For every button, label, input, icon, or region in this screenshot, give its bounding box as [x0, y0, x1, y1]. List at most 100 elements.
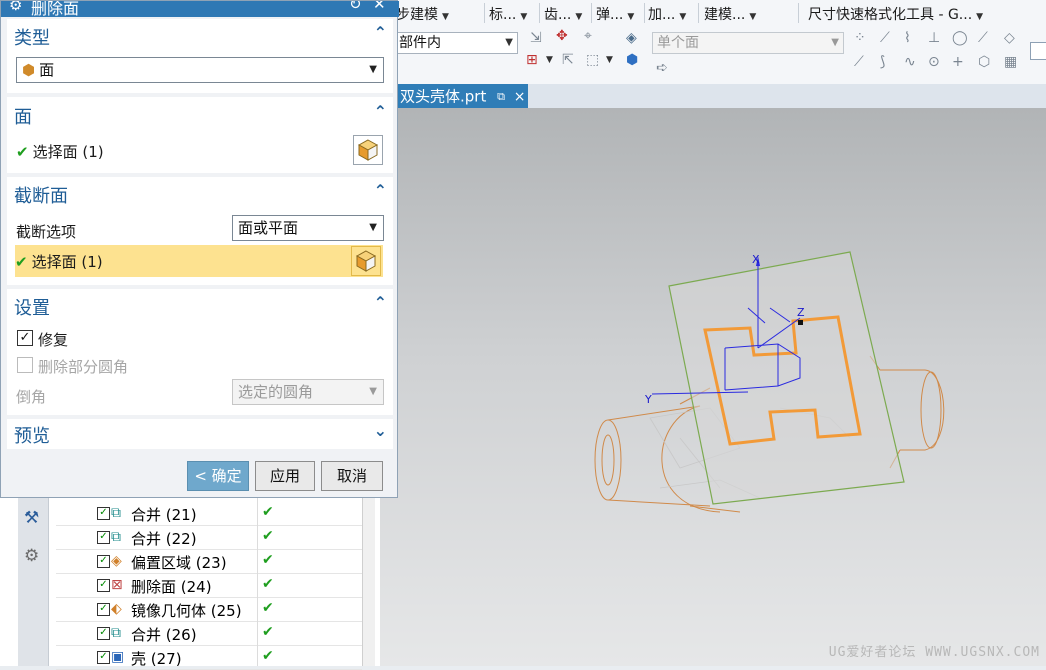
document-tab[interactable]: 双头壳体.prt ⧉ ×: [396, 84, 528, 108]
tree-row-checkbox[interactable]: ✓: [97, 651, 110, 664]
dialog-title: 删除面: [31, 1, 80, 17]
gear-icon[interactable]: ⚙: [9, 1, 22, 14]
tree-row-label: 合并 (26): [131, 626, 197, 644]
tree-row[interactable]: ✓ ⬖ 镜像几何体 (25) ✔: [56, 598, 362, 622]
tree-row-checkbox[interactable]: ✓: [97, 531, 110, 544]
ribbon-menu-5[interactable]: 建模... ▼: [704, 4, 756, 24]
snap-body-icon[interactable]: ⬡: [978, 54, 990, 70]
ribbon-expand-icon[interactable]: [1030, 42, 1046, 60]
chevron-down-icon: ▼: [679, 12, 687, 22]
ok-button[interactable]: < 确定 >: [187, 461, 249, 513]
ribbon-menu-label: 步建模: [396, 7, 438, 23]
snap-intersect-icon[interactable]: +: [952, 54, 964, 70]
tree-row-checkbox[interactable]: ✓: [97, 627, 110, 640]
chevron-down-icon[interactable]: ▼: [546, 52, 553, 68]
repair-checkbox[interactable]: ✓: [17, 330, 33, 346]
snap-line-icon[interactable]: ⟋: [880, 30, 890, 46]
snap-icon[interactable]: ⇲: [530, 30, 542, 46]
deselect-icon[interactable]: ⇱: [562, 52, 574, 68]
apply-button[interactable]: 应用: [255, 461, 315, 491]
delete-face-icon: ⊠: [111, 577, 123, 593]
snap-tangent-icon[interactable]: ⟋: [978, 30, 988, 46]
restore-icon[interactable]: ⧉: [497, 90, 505, 103]
tree-row[interactable]: ✓ ⧉ 合并 (21) ✔: [56, 502, 362, 526]
history-icon[interactable]: ⚙: [24, 546, 39, 566]
select-all-icon[interactable]: ⌖: [584, 28, 592, 44]
tree-row-checkbox[interactable]: ✓: [97, 555, 110, 568]
snap-cross-icon[interactable]: ⊥: [928, 30, 940, 46]
snap-point-icon[interactable]: ⁘: [854, 30, 866, 46]
collapse-arrow-icon[interactable]: ⌃: [374, 23, 387, 42]
remove-partial-blend-checkbox[interactable]: [17, 357, 33, 373]
cut-option-dropdown[interactable]: 面或平面 ▼: [232, 215, 384, 241]
expand-arrow-icon[interactable]: ⌄: [374, 421, 387, 440]
tree-row[interactable]: ✓ ⊠ 删除面 (24) ✔: [56, 574, 362, 598]
cancel-button[interactable]: 取消: [321, 461, 383, 491]
type-dropdown[interactable]: ⬢ 面 ▼: [16, 57, 384, 83]
ribbon-menu-0[interactable]: 步建模 ▼: [396, 4, 449, 24]
snap-face-icon[interactable]: ◇: [1004, 30, 1015, 46]
chevron-down-icon: ▼: [369, 386, 377, 397]
tree-row-checkbox[interactable]: ✓: [97, 603, 110, 616]
status-check-icon: ✔: [262, 624, 274, 640]
arrow-right-icon[interactable]: ➪: [656, 60, 668, 76]
snap-end-icon[interactable]: ⟋: [854, 54, 864, 70]
rectangle-select-icon[interactable]: ⬚: [586, 52, 599, 68]
collapse-arrow-icon[interactable]: ⌃: [374, 181, 387, 200]
snap-spline-icon[interactable]: ∿: [904, 54, 916, 70]
ribbon-menu-label: 标...: [489, 7, 517, 23]
tree-row[interactable]: ✓ ▣ 壳 (27) ✔: [56, 646, 362, 670]
ribbon-menu-4[interactable]: 加... ▼: [648, 4, 686, 24]
section-face-title: 面: [14, 107, 32, 128]
section-preview[interactable]: 预览 ⌄: [7, 419, 393, 449]
status-check-icon: ✔: [262, 552, 274, 568]
tree-row[interactable]: ✓ ◈ 偏置区域 (23) ✔: [56, 550, 362, 574]
chevron-down-icon: ▼: [627, 12, 635, 22]
collapse-arrow-icon[interactable]: ⌃: [374, 102, 387, 121]
snap-center-icon[interactable]: ⊙: [928, 54, 940, 70]
dialog-title-bar: ⚙ 删除面 ↻ ✕: [1, 1, 399, 17]
navigator-scrollbar[interactable]: [362, 480, 375, 666]
cut-face-select-row[interactable]: ✔ 选择面 (1): [15, 245, 383, 277]
close-icon[interactable]: ×: [514, 89, 526, 105]
chevron-down-icon: ▼: [369, 64, 377, 75]
tree-row-checkbox[interactable]: ✓: [97, 579, 110, 592]
chamfer-dropdown[interactable]: 选定的圆角 ▼: [232, 379, 384, 405]
chevron-down-icon: ▼: [442, 12, 449, 22]
ribbon-separator: [698, 3, 699, 23]
cut-option-value: 面或平面: [238, 219, 299, 237]
snap-curve-icon[interactable]: ⌇: [904, 30, 911, 46]
select-arrow-icon[interactable]: ✥: [556, 28, 568, 44]
collapse-arrow-icon[interactable]: ⌃: [374, 293, 387, 312]
add-select-icon[interactable]: ⊞: [526, 52, 538, 68]
ribbon-menu-3[interactable]: 弹... ▼: [596, 4, 634, 24]
tree-row[interactable]: ✓ ⧉ 合并 (26) ✔: [56, 622, 362, 646]
cube-view-icon[interactable]: ⬢: [626, 52, 638, 68]
paint-icon[interactable]: ◈: [626, 30, 637, 46]
reset-icon[interactable]: ↻: [349, 1, 362, 13]
close-icon[interactable]: ✕: [373, 1, 386, 13]
section-type-title: 类型: [14, 28, 50, 49]
ribbon-menu-1[interactable]: 标... ▼: [489, 4, 527, 24]
ribbon-separator: [798, 3, 799, 23]
snap-circle-icon[interactable]: ◯: [952, 30, 968, 46]
select-scope-dropdown[interactable]: 单个面 ▼: [652, 32, 844, 54]
chevron-down-icon[interactable]: ▼: [606, 52, 613, 68]
snap-arc-icon[interactable]: ⟆: [880, 54, 885, 70]
ribbon-menu-label: 弹...: [596, 7, 624, 23]
offset-region-icon: ◈: [111, 553, 122, 569]
select-face-status[interactable]: ✔ 选择面 (1): [16, 141, 104, 162]
select-face-cube-button[interactable]: [353, 135, 383, 165]
section-face: 面 ⌃ ✔ 选择面 (1): [7, 97, 393, 173]
roles-icon[interactable]: ⚒: [24, 508, 39, 528]
snap-grid-icon[interactable]: ▦: [1004, 54, 1017, 70]
selection-filter-dropdown[interactable]: 部件内 ▼: [394, 32, 518, 54]
graphics-viewport[interactable]: X Y Z UG爱好者论坛 WWW.UGSNX.COM: [380, 108, 1046, 666]
cut-face-cube-button[interactable]: [351, 246, 381, 276]
chevron-down-icon: ▼: [520, 12, 528, 22]
ribbon-menu-6[interactable]: 尺寸快速格式化工具 - G... ▼: [808, 4, 983, 24]
ribbon-menu-2[interactable]: 齿... ▼: [544, 4, 582, 24]
tree-row-checkbox[interactable]: ✓: [97, 507, 110, 520]
tree-row-label: 删除面 (24): [131, 578, 212, 596]
tree-row[interactable]: ✓ ⧉ 合并 (22) ✔: [56, 526, 362, 550]
